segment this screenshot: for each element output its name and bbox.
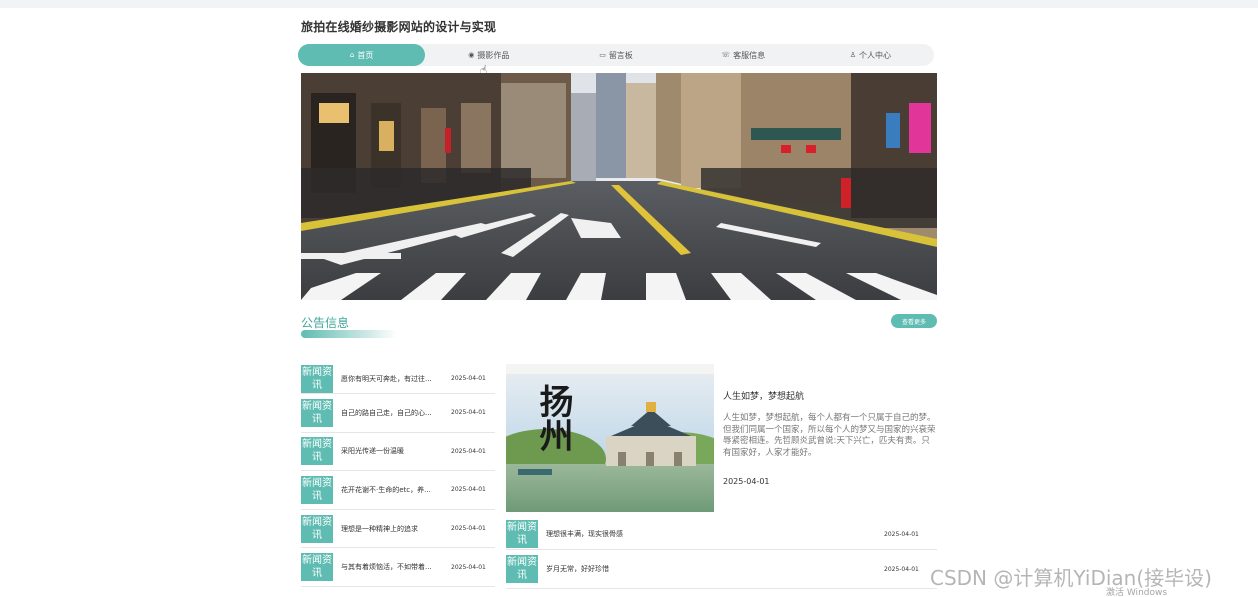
news-badge: 新闻资讯: [506, 520, 538, 548]
featured-news-excerpt: 人生如梦，梦想起航，每个人都有一个只属于自己的梦。但我们同属一个国家，所以每个人…: [723, 413, 936, 458]
news-badge: 新闻资讯: [301, 364, 333, 393]
news-title: 岁月无常，好好珍惜: [546, 565, 609, 573]
news-badge: 新闻资讯: [301, 475, 333, 504]
view-more-button[interactable]: 查看更多: [891, 314, 937, 328]
section-title-underline: [301, 330, 397, 338]
main-nav: ⌂ 首页 ◉ 摄影作品 ▭ 留言板 ☏ 客服信息 ♙ 个人中心: [298, 44, 934, 66]
news-badge: 新闻资讯: [301, 553, 333, 582]
news-title: 自己的路自己走，自己的心...: [341, 408, 432, 417]
news-title: 理想是一种精神上的追求: [341, 524, 418, 533]
news-list-item[interactable]: 新闻资讯 自己的路自己走，自己的心... 2025-04-01: [301, 394, 495, 433]
news-title: 愿你有明天可奔赴，有过往...: [341, 374, 432, 383]
news-date: 2025-04-01: [451, 486, 486, 494]
windows-activation-watermark: 激活 Windows: [1106, 588, 1168, 597]
nav-label: 首页: [357, 50, 374, 60]
nav-label: 留言板: [608, 50, 633, 60]
camera-icon: ◉: [468, 51, 475, 59]
nav-item-profile[interactable]: ♙ 个人中心: [807, 44, 934, 66]
news-date: 2025-04-01: [451, 447, 486, 455]
news-title: 理想很丰满，现实很骨感: [546, 530, 623, 538]
nav-item-messages[interactable]: ▭ 留言板: [552, 44, 679, 66]
news-badge: 新闻资讯: [301, 514, 333, 543]
news-date: 2025-04-01: [451, 525, 486, 533]
news-date: 2025-04-01: [884, 530, 919, 538]
nav-item-works[interactable]: ◉ 摄影作品: [425, 44, 552, 66]
news-date: 2025-04-01: [884, 565, 919, 573]
site-title: 旅拍在线婚纱摄影网站的设计与实现: [301, 20, 497, 34]
news-date: 2025-04-01: [451, 409, 486, 417]
banner-carousel-image[interactable]: [301, 73, 937, 300]
nav-item-service[interactable]: ☏ 客服信息: [680, 44, 807, 66]
news-list-item[interactable]: 新闻资讯 理想是一种精神上的追求 2025-04-01: [301, 510, 495, 549]
featured-news-title[interactable]: 人生如梦，梦想起航: [723, 389, 804, 402]
nav-label: 摄影作品: [477, 50, 510, 60]
news-list-item[interactable]: 新闻资讯 岁月无常，好好珍惜 2025-04-01: [506, 550, 937, 589]
news-list-right: 新闻资讯 理想很丰满，现实很骨感 2025-04-01 新闻资讯 岁月无常，好好…: [506, 519, 937, 589]
news-title: 采阳光传递一份温暖: [341, 447, 404, 456]
featured-news-date: 2025-04-01: [723, 477, 770, 486]
csdn-watermark: CSDN @计算机YiDian(接毕设): [930, 566, 1212, 590]
news-list-item[interactable]: 新闻资讯 采阳光传递一份温暖 2025-04-01: [301, 433, 495, 472]
news-list-item[interactable]: 新闻资讯 理想很丰满，现实很骨感 2025-04-01: [506, 519, 937, 550]
news-date: 2025-04-01: [451, 563, 486, 571]
service-icon: ☏: [721, 51, 731, 59]
nav-label: 个人中心: [859, 50, 892, 60]
news-title: 与其有着烦恼活，不如带着...: [341, 563, 432, 572]
home-icon: ⌂: [349, 51, 355, 59]
message-icon: ▭: [599, 51, 606, 59]
news-list-item[interactable]: 新闻资讯 愿你有明天可奔赴，有过往... 2025-04-01: [301, 364, 495, 394]
news-badge: 新闻资讯: [301, 437, 333, 466]
news-list-item[interactable]: 新闻资讯 与其有着烦恼活，不如带着... 2025-04-01: [301, 548, 495, 587]
user-icon: ♙: [849, 51, 857, 59]
nav-label: 客服信息: [733, 50, 766, 60]
section-title-announcements: 公告信息: [301, 316, 350, 330]
news-list-left: 新闻资讯 愿你有明天可奔赴，有过往... 2025-04-01 新闻资讯 自己的…: [301, 364, 495, 587]
street-scene-image: [301, 73, 937, 300]
featured-news-image[interactable]: 扬州: [506, 364, 714, 512]
nav-item-home[interactable]: ⌂ 首页: [298, 44, 426, 66]
news-badge: 新闻资讯: [506, 555, 538, 583]
news-date: 2025-04-01: [451, 375, 486, 382]
browser-top-strip: [0, 0, 1258, 8]
news-list-item[interactable]: 新闻资讯 花开花谢不·生命的etc，养... 2025-04-01: [301, 471, 495, 510]
featured-image-calligraphy: 扬州: [533, 384, 573, 452]
news-badge: 新闻资讯: [301, 398, 333, 427]
news-title: 花开花谢不·生命的etc，养...: [341, 485, 431, 494]
